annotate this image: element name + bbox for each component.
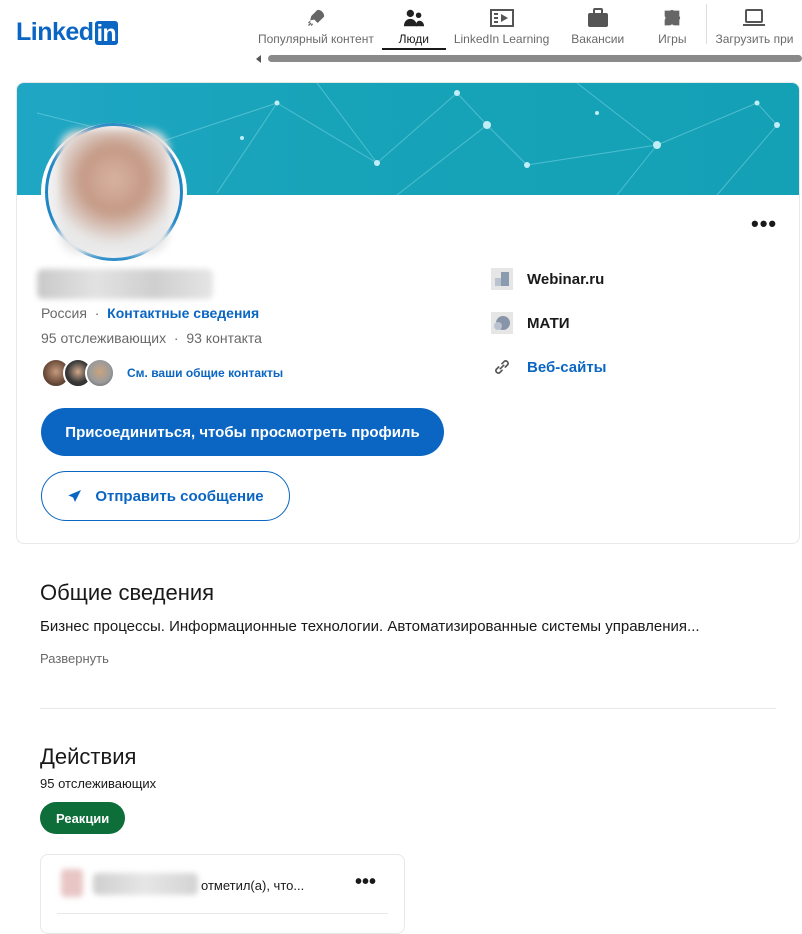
school-logo-icon <box>491 312 513 334</box>
school-item[interactable]: МАТИ <box>491 311 606 335</box>
separator-dot: · <box>173 330 179 346</box>
nav-label: Загрузить при <box>715 32 794 46</box>
rocket-icon <box>304 6 328 30</box>
nav-item-jobs[interactable]: Вакансии <box>557 0 638 46</box>
nav-label: Игры <box>658 32 687 46</box>
mutual-connections[interactable]: См. ваши общие контакты <box>41 358 283 388</box>
profile-stats: 95 отслеживающих · 93 контакта <box>41 330 262 346</box>
about-section-title: Общие сведения <box>40 580 215 605</box>
nav-item-people[interactable]: Люди <box>381 0 446 50</box>
profile-highlights: Webinar.ru МАТИ Веб-сайты <box>491 267 606 399</box>
activity-section-title: Действия <box>40 744 137 769</box>
contacts-count: 93 контакта <box>186 330 262 346</box>
company-logo-icon <box>491 268 513 290</box>
profile-name-blurred <box>37 269 213 299</box>
profile-avatar[interactable] <box>41 123 187 261</box>
mutual-avatars <box>41 358 115 388</box>
websites-item[interactable]: Веб-сайты <box>491 355 606 379</box>
logo-text: Linked <box>16 18 94 46</box>
avatar-photo <box>59 130 169 254</box>
nav-item-popular[interactable]: Популярный контент <box>250 0 382 46</box>
contact-info-link[interactable]: Контактные сведения <box>107 305 259 321</box>
nav-label: Вакансии <box>571 32 625 46</box>
video-icon <box>489 6 514 30</box>
avatar-ring <box>45 123 183 261</box>
puzzle-icon <box>660 6 684 30</box>
nav-tabs: Популярный контент Люди LinkedIn Learnin… <box>250 0 801 50</box>
nav-item-download[interactable]: Загрузить при <box>707 0 801 46</box>
post-author-name-blurred <box>93 873 198 895</box>
people-icon <box>402 6 426 30</box>
join-to-view-profile-button[interactable]: Присоединиться, чтобы просмотреть профил… <box>41 408 444 456</box>
activity-post-card[interactable]: отметил(а), что... ••• <box>40 854 405 934</box>
post-action-text: отметил(а), что... <box>201 878 305 893</box>
link-icon <box>491 356 513 378</box>
send-message-button[interactable]: Отправить сообщение <box>41 471 290 521</box>
post-divider <box>57 913 388 914</box>
activity-followers-count: 95 отслеживающих <box>40 776 157 791</box>
reactions-filter-pill[interactable]: Реакции <box>40 802 126 834</box>
nav-item-learning[interactable]: LinkedIn Learning <box>446 0 557 46</box>
briefcase-icon <box>586 6 610 30</box>
nav-item-games[interactable]: Игры <box>638 0 706 46</box>
logo-in-badge: in <box>94 19 119 46</box>
school-name: МАТИ <box>527 314 570 332</box>
company-name: Webinar.ru <box>527 270 605 288</box>
nav-scrollbar[interactable] <box>256 54 802 63</box>
profile-location: Россия <box>41 305 87 321</box>
post-author-avatar <box>61 869 83 897</box>
expand-about-link[interactable]: Развернуть <box>40 651 109 666</box>
company-item[interactable]: Webinar.ru <box>491 267 606 291</box>
section-divider <box>40 708 776 709</box>
websites-link[interactable]: Веб-сайты <box>527 359 606 376</box>
scrollbar-thumb[interactable] <box>268 55 802 62</box>
nav-label: Популярный контент <box>258 32 374 46</box>
post-more-options-button[interactable]: ••• <box>355 871 376 894</box>
about-text: Бизнес процессы. Информационные технолог… <box>40 618 700 635</box>
nav-label: Люди <box>398 32 429 46</box>
send-message-label: Отправить сообщение <box>95 487 264 505</box>
more-options-button[interactable]: ••• <box>751 211 777 237</box>
mutual-avatar <box>85 358 115 388</box>
top-navigation: Linked in Популярный контент Люди LinkedI… <box>0 0 802 64</box>
send-icon <box>68 490 82 502</box>
laptop-icon <box>742 6 766 30</box>
nav-label: LinkedIn Learning <box>453 32 550 46</box>
linkedin-logo[interactable]: Linked in <box>16 18 119 47</box>
profile-location-line: Россия · Контактные сведения <box>41 305 259 321</box>
profile-card: ••• Россия · Контактные сведения 95 отсл… <box>16 82 800 544</box>
followers-count: 95 отслеживающих <box>41 330 167 346</box>
separator-dot: · <box>94 305 100 321</box>
mutual-connections-link[interactable]: См. ваши общие контакты <box>127 366 283 380</box>
scroll-left-arrow-icon[interactable] <box>256 55 261 63</box>
